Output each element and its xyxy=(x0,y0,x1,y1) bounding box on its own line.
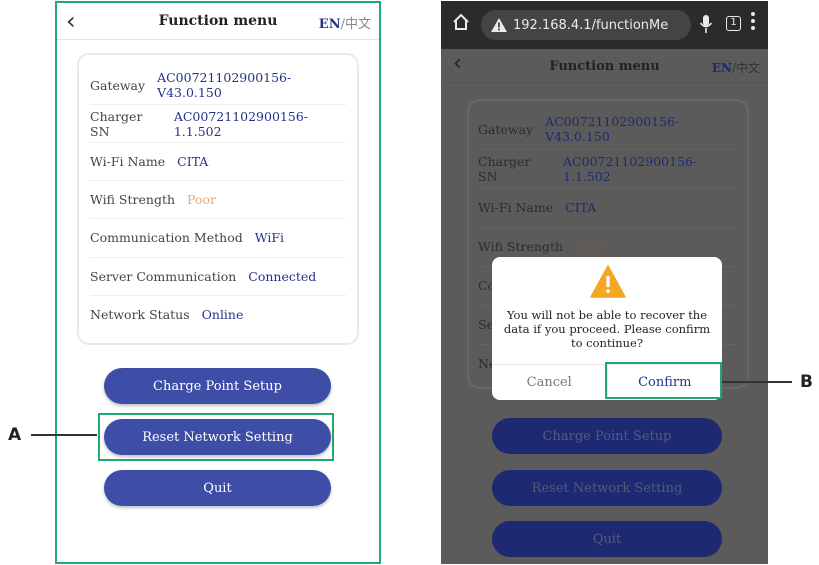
info-value: WiFi xyxy=(254,230,285,245)
browser-toolbar: 192.168.4.1/functionMe 1 xyxy=(441,1,768,49)
info-label: Wi-Fi Name xyxy=(90,154,166,169)
lang-en: EN xyxy=(711,61,732,75)
info-row-gateway: Gateway AC00721102900156-V43.0.150 xyxy=(478,110,738,148)
dialog-message: You will not be able to recover the data… xyxy=(503,308,711,350)
charge-point-setup-button[interactable]: Charge Point Setup xyxy=(104,368,331,404)
microphone-icon[interactable] xyxy=(699,14,713,34)
info-label: Communication Method xyxy=(90,230,243,245)
reset-network-setting-button: Reset Network Setting xyxy=(492,470,722,506)
tab-switcher-button[interactable]: 1 xyxy=(726,16,741,31)
not-secure-warning-icon[interactable] xyxy=(491,18,507,32)
left-phone-screen: ‹ Function menu EN/中文 Gateway AC00721102… xyxy=(55,1,381,564)
info-label: Wifi Strength xyxy=(478,239,564,254)
device-info-card: Gateway AC00721102900156-V43.0.150 Charg… xyxy=(77,53,359,345)
info-value: AC00721102900156-1.1.502 xyxy=(173,108,308,139)
info-value: Poor xyxy=(575,239,604,254)
info-value: Connected xyxy=(248,269,317,284)
address-bar[interactable]: 192.168.4.1/functionMe xyxy=(481,10,691,40)
charge-point-setup-button: Charge Point Setup xyxy=(492,418,722,454)
info-row-charger-sn: Charger SN AC00721102900156-1.1.502 xyxy=(90,104,346,142)
cancel-button[interactable]: Cancel xyxy=(492,365,608,400)
info-value: Online xyxy=(201,307,244,322)
quit-button: Quit xyxy=(492,521,722,557)
info-row-communication-method: Communication Method WiFi xyxy=(90,218,346,256)
lang-en[interactable]: EN xyxy=(319,17,341,32)
annotation-line-b xyxy=(722,381,792,383)
language-switch: EN/中文 xyxy=(712,59,760,76)
lang-zh[interactable]: 中文 xyxy=(345,17,371,32)
info-label: Network Status xyxy=(90,307,190,322)
info-label: Gateway xyxy=(478,121,534,137)
annotation-label-a: A xyxy=(8,425,22,445)
info-row-gateway: Gateway AC00721102900156-V43.0.150 xyxy=(90,66,346,104)
reset-network-setting-button[interactable]: Reset Network Setting xyxy=(104,419,331,455)
info-row-network-status: Network Status Online xyxy=(90,295,346,333)
info-value: Poor xyxy=(187,192,216,207)
right-phone-screen: 192.168.4.1/functionMe 1 ‹ Function menu… xyxy=(441,1,768,564)
info-value: CITA xyxy=(565,200,597,215)
highlight-box-b xyxy=(605,362,722,399)
info-value: AC00721102900156-V43.0.150 xyxy=(157,70,292,100)
info-row-wifi-name: Wi-Fi Name CITA xyxy=(478,188,738,226)
info-row-server-communication: Server Communication Connected xyxy=(90,257,346,295)
quit-button[interactable]: Quit xyxy=(104,470,331,506)
info-label: Gateway xyxy=(90,77,146,93)
annotation-label-b: B xyxy=(800,372,813,392)
home-icon[interactable] xyxy=(451,12,471,32)
info-value: AC00721102900156-V43.0.150 xyxy=(545,114,680,144)
header-bar-dimmed: ‹ Function menu EN/中文 xyxy=(441,49,768,83)
annotation-line-a xyxy=(31,434,97,436)
info-label: Wi-Fi Name xyxy=(478,200,554,215)
info-label: Server Communication xyxy=(90,269,237,284)
info-label: Charger SN xyxy=(478,153,531,184)
header-bar: ‹ Function menu EN/中文 xyxy=(57,3,379,40)
more-menu-icon[interactable] xyxy=(751,12,757,33)
info-row-wifi-name: Wi-Fi Name CITA xyxy=(90,142,346,180)
language-switch[interactable]: EN/中文 xyxy=(319,13,371,32)
lang-zh: 中文 xyxy=(735,61,760,75)
warning-icon xyxy=(590,265,626,298)
info-row-wifi-strength: Wifi Strength Poor xyxy=(90,180,346,218)
url-text: 192.168.4.1/functionMe xyxy=(513,17,669,33)
info-label: Wifi Strength xyxy=(90,192,176,207)
info-label: Charger SN xyxy=(90,108,143,139)
info-row-charger-sn: Charger SN AC00721102900156-1.1.502 xyxy=(478,149,738,187)
info-value: CITA xyxy=(177,154,209,169)
info-value: AC00721102900156-1.1.502 xyxy=(563,153,698,184)
